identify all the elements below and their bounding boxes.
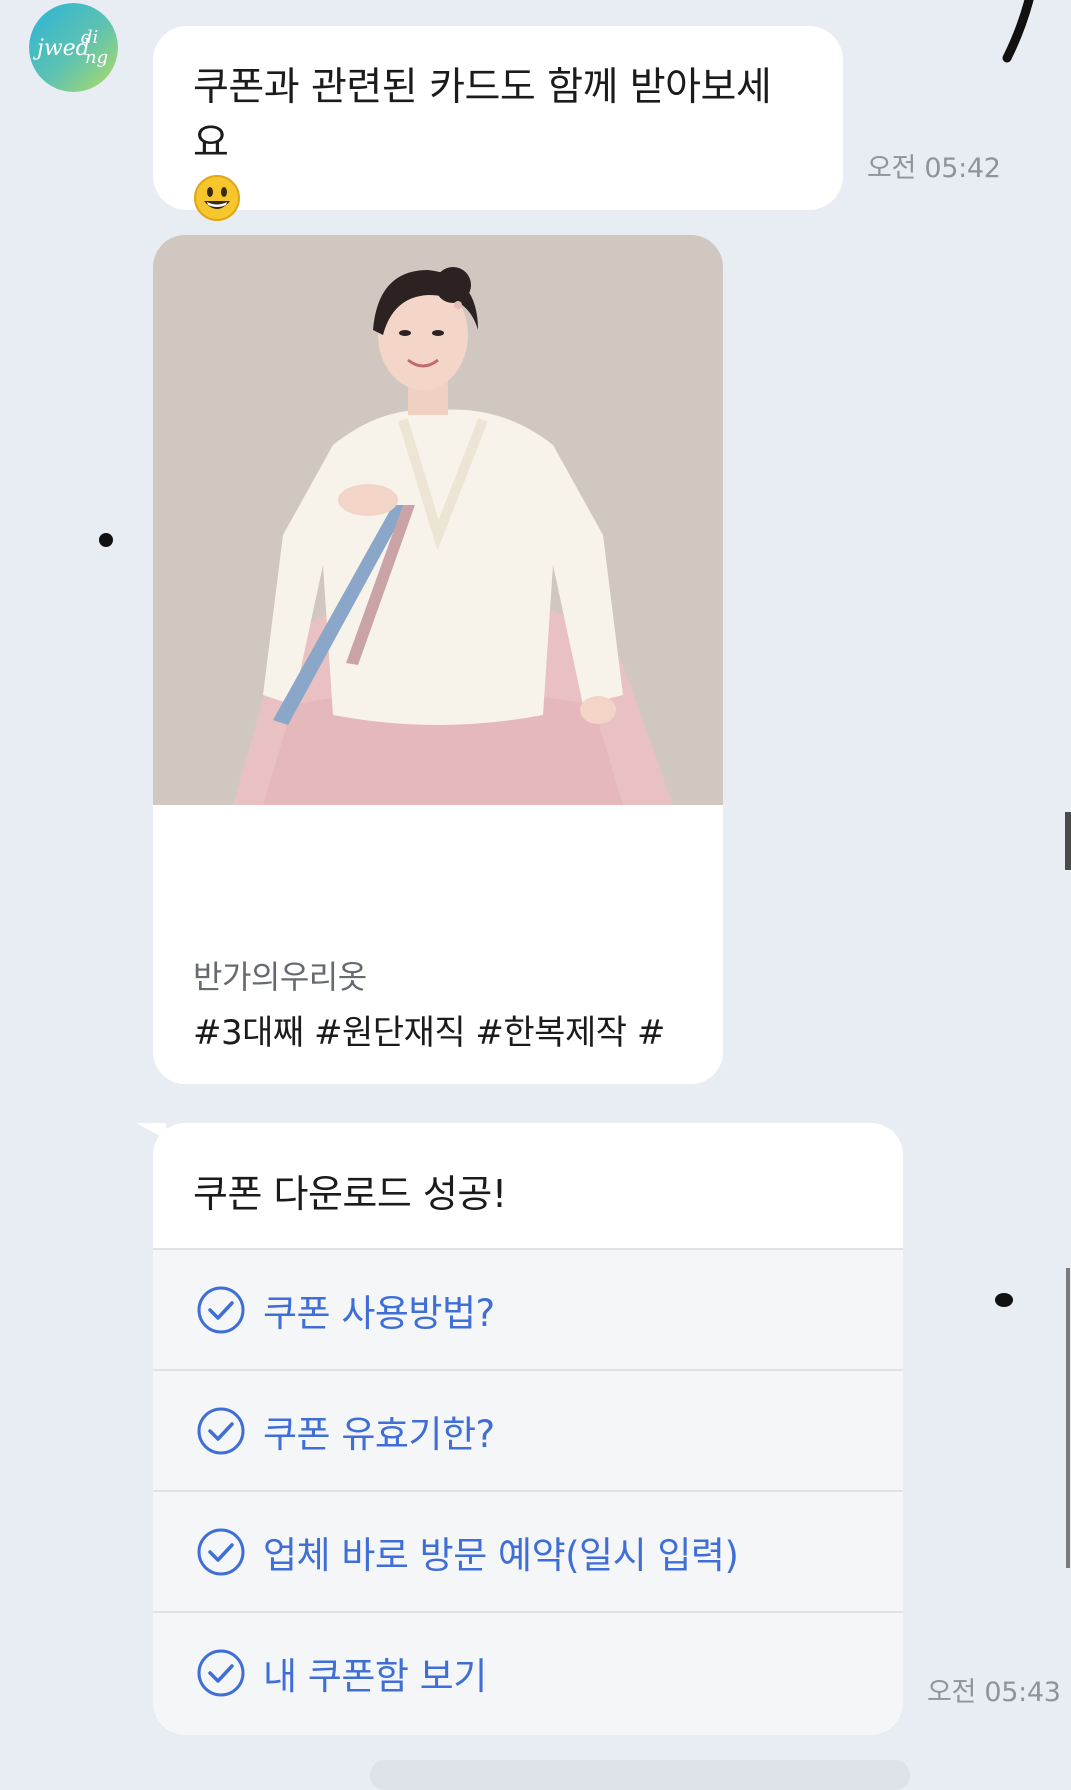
message-bubble: 쿠폰과 관련된 카드도 함께 받아보세요 bbox=[153, 26, 843, 221]
check-circle-icon bbox=[197, 1528, 245, 1575]
quick-reply-label: 업체 바로 방문 예약(일시 입력) bbox=[263, 1533, 739, 1577]
quick-reply-coupon-usage[interactable]: 쿠폰 사용방법? bbox=[153, 1248, 903, 1369]
sender-avatar[interactable]: jwed di ng bbox=[29, 3, 118, 92]
quick-reply-my-coupons[interactable]: 내 쿠폰함 보기 bbox=[153, 1611, 903, 1732]
ink-dot-mark bbox=[99, 533, 113, 547]
hanbok-model-photo bbox=[153, 235, 723, 805]
quick-reply-label: 내 쿠폰함 보기 bbox=[263, 1654, 487, 1698]
vendor-name: 반가의우리옷 bbox=[193, 958, 367, 996]
svg-text:di: di bbox=[81, 27, 98, 48]
coupon-title: 쿠폰 다운로드 성공! bbox=[153, 1123, 903, 1248]
quick-reply-visit-reservation[interactable]: 업체 바로 방문 예약(일시 입력) bbox=[153, 1490, 903, 1611]
quick-reply-label: 쿠폰 사용방법? bbox=[263, 1291, 495, 1335]
scrollbar-thumb[interactable] bbox=[1065, 812, 1071, 870]
pen-scribble-mark bbox=[1002, 0, 1034, 63]
check-circle-icon bbox=[197, 1286, 245, 1333]
message-text: 쿠폰과 관련된 카드도 함께 받아보세요 bbox=[193, 65, 772, 166]
scrollbar-track[interactable] bbox=[1066, 1268, 1070, 1568]
check-circle-icon bbox=[197, 1649, 245, 1696]
quick-reply-label: 쿠폰 유효기한? bbox=[263, 1412, 495, 1456]
ink-dot-mark bbox=[995, 1293, 1013, 1307]
grinning-face-emoji-icon bbox=[193, 174, 241, 226]
svg-text:ng: ng bbox=[85, 47, 108, 68]
message-timestamp: 오전 05:42 bbox=[867, 153, 1001, 184]
product-card[interactable]: 반가의우리옷 #3대째 #원단재직 #한복제작 # bbox=[153, 235, 723, 1084]
coupon-card: 쿠폰 다운로드 성공! 쿠폰 사용방법? 쿠폰 유효기한? 업체 바로 방문 예… bbox=[153, 1123, 903, 1735]
message-timestamp: 오전 05:43 bbox=[927, 1677, 1061, 1708]
quick-reply-coupon-expiry[interactable]: 쿠폰 유효기한? bbox=[153, 1369, 903, 1490]
hashtags: #3대째 #원단재직 #한복제작 # bbox=[193, 1013, 665, 1053]
check-circle-icon bbox=[197, 1407, 245, 1454]
jwedding-logo-icon: jwed di ng bbox=[29, 3, 118, 92]
